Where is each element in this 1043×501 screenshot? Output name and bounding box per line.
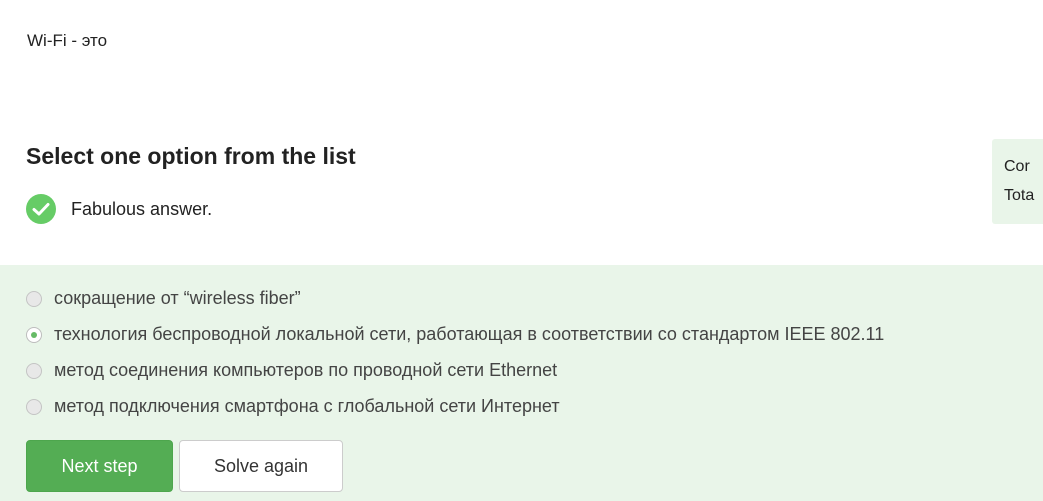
quiz-step: Wi-Fi - это Select one option from the l… (0, 0, 1043, 501)
radio-button[interactable] (26, 398, 42, 415)
option-3[interactable]: метод соединения компьютеров по проводно… (26, 360, 557, 381)
question-text: Wi-Fi - это (27, 31, 108, 50)
option-label: технология беспроводной локальной сети, … (54, 324, 885, 344)
feedback-text: Fabulous answer. (71, 198, 213, 219)
option-label: сокращение от “wireless fiber” (54, 288, 301, 308)
stats-line-total: Tota (1004, 187, 1035, 204)
radio-button-selected[interactable] (26, 326, 42, 343)
instruction-heading: Select one option from the list (26, 143, 356, 169)
option-1[interactable]: сокращение от “wireless fiber” (26, 288, 301, 309)
checkmark-circle-icon (26, 194, 56, 224)
radio-button[interactable] (26, 290, 42, 307)
option-label: метод соединения компьютеров по проводно… (54, 360, 558, 380)
solve-again-button[interactable]: Solve again (179, 440, 343, 492)
next-step-button[interactable]: Next step (26, 440, 173, 492)
option-4[interactable]: метод подключения смартфона с глобальной… (26, 396, 560, 417)
option-2[interactable]: технология беспроводной локальной сети, … (26, 324, 884, 345)
option-label: метод подключения смартфона с глобальной… (54, 396, 560, 416)
stats-panel: Cor Tota (992, 139, 1043, 224)
radio-button[interactable] (26, 362, 42, 379)
feedback-message: Fabulous answer. (26, 194, 212, 224)
stats-line-correct: Cor (1004, 158, 1030, 175)
